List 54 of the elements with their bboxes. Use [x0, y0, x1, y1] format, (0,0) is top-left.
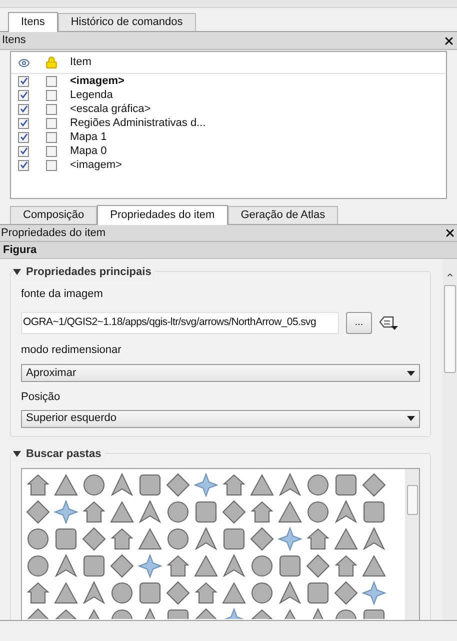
visibility-checkbox[interactable] [18, 90, 29, 100]
scroll-up-icon[interactable] [446, 271, 454, 279]
field-label: Posição [21, 390, 62, 405]
item-label[interactable]: Mapa 1 [66, 128, 107, 146]
group-title[interactable]: Propriedades principais [26, 264, 152, 280]
scrollbar-thumb[interactable] [406, 484, 418, 514]
dropdown-value: Aproximar [26, 366, 76, 381]
dropdown-arrow-icon [407, 416, 415, 421]
expand-arrow-icon[interactable] [13, 269, 21, 276]
visibility-checkbox[interactable] [18, 160, 29, 170]
dropdown-arrow-icon [407, 370, 415, 376]
eye-icon[interactable] [18, 56, 30, 68]
dropdown-value: Superior esquerdo [26, 411, 117, 426]
scrollbar-thumb[interactable] [444, 285, 456, 373]
lock-checkbox[interactable] [46, 132, 56, 142]
image-path-field[interactable]: OGRA~1/QGIS2~1.18/apps/qgis-ltr/svg/arrows/NorthArrow_05.svg [21, 312, 339, 334]
panel-title: Propriedades do item [1, 226, 106, 241]
item-label[interactable]: Regiões Administrativas d... [66, 114, 206, 132]
lock-checkbox[interactable] [46, 76, 56, 86]
field-label: fonte da imagem [21, 287, 104, 302]
item-label[interactable]: <imagem> [66, 156, 122, 174]
dropdown[interactable]: Aproximar [21, 364, 420, 382]
item-label[interactable]: Mapa 0 [66, 142, 107, 160]
item-label[interactable]: Legenda [66, 86, 113, 104]
scrollbar[interactable] [405, 468, 419, 620]
browse-button[interactable]: ... [346, 312, 372, 334]
data-defined-icon[interactable] [379, 314, 399, 330]
tab[interactable]: Propriedades do item [97, 205, 228, 225]
visibility-checkbox[interactable] [18, 118, 29, 128]
lock-checkbox[interactable] [46, 118, 56, 128]
field-label: modo redimensionar [21, 342, 122, 358]
item-label[interactable]: <imagem> [66, 72, 124, 90]
close-icon[interactable] [444, 227, 456, 239]
visibility-checkbox[interactable] [18, 132, 29, 142]
tab[interactable]: Composição [10, 206, 98, 224]
tab[interactable]: Geração de Atlas [228, 206, 338, 224]
tab[interactable]: Itens [8, 12, 58, 32]
panel-title: Itens [2, 33, 26, 48]
lock-checkbox[interactable] [46, 146, 56, 156]
visibility-checkbox[interactable] [18, 76, 29, 86]
expand-arrow-icon[interactable] [13, 450, 21, 457]
item-label[interactable]: <escala gráfica> [66, 100, 151, 118]
lock-checkbox[interactable] [46, 104, 56, 114]
close-icon[interactable] [443, 34, 455, 46]
dropdown[interactable]: Superior esquerdo [21, 410, 420, 428]
section-title: Figura [3, 242, 37, 258]
lock-checkbox[interactable] [46, 160, 56, 170]
column-header[interactable]: Item [66, 54, 92, 71]
lock-checkbox[interactable] [46, 90, 56, 100]
tab[interactable]: Histórico de comandos [58, 13, 196, 31]
visibility-checkbox[interactable] [18, 104, 29, 114]
scrollbar[interactable] [443, 259, 457, 620]
group-title[interactable]: Buscar pastas [26, 446, 102, 462]
visibility-checkbox[interactable] [18, 146, 29, 156]
